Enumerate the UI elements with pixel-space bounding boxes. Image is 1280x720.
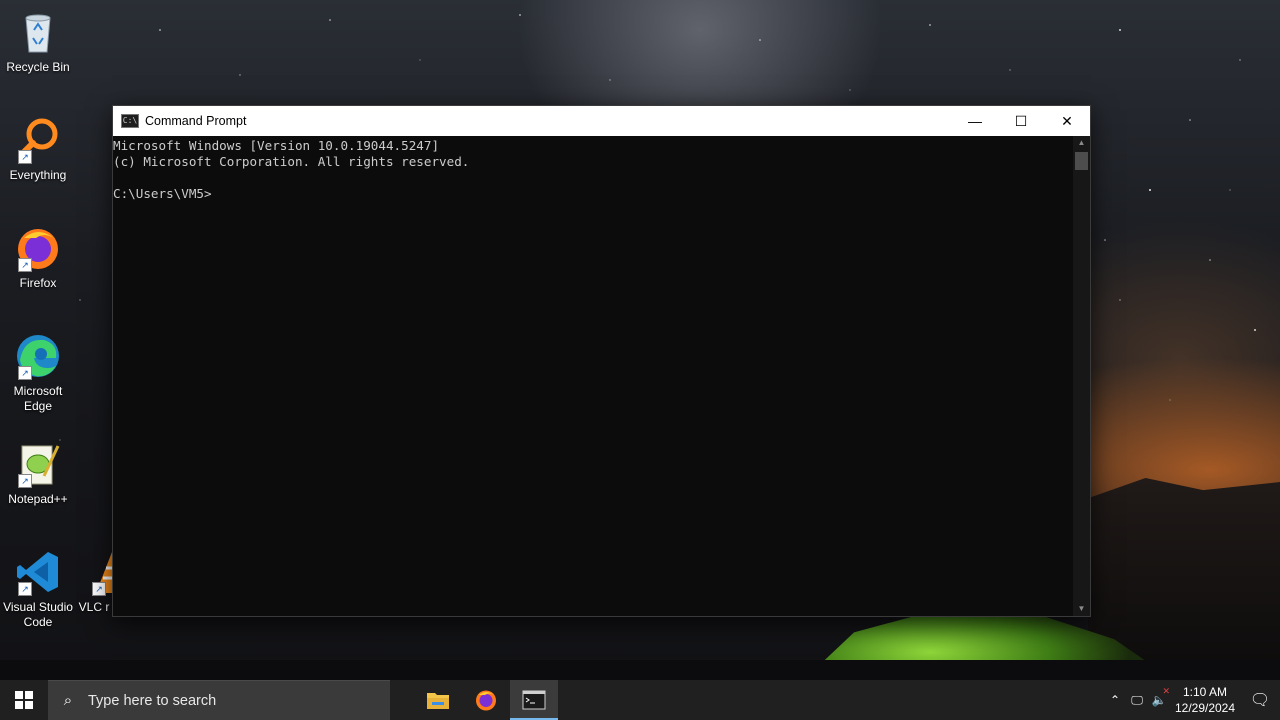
network-icon[interactable]: 🖵 [1126, 693, 1148, 708]
clock-time: 1:10 AM [1182, 685, 1228, 699]
shortcut-arrow-icon: ↗ [18, 258, 32, 272]
ground [0, 660, 1280, 680]
start-button[interactable] [0, 680, 48, 720]
desktop-icon-label: Everything [9, 168, 67, 182]
desktop-icon-label: Visual Studio Code [3, 600, 73, 629]
notification-center-icon[interactable]: 🗨 [1240, 690, 1280, 710]
system-tray: ⌃ 🖵 🔈 ✕ 1:10 AM 12/29/2024 🗨 [1104, 680, 1280, 720]
scroll-down-arrow-icon[interactable]: ▼ [1073, 602, 1090, 616]
edge-icon: ↗ [14, 332, 62, 380]
recycle-bin-icon [14, 8, 62, 56]
desktop-icon-firefox[interactable]: ↗ Firefox [0, 224, 76, 291]
desktop-icon-recycle-bin[interactable]: Recycle Bin [0, 8, 76, 75]
taskbar-firefox[interactable] [462, 680, 510, 720]
shortcut-arrow-icon: ↗ [18, 474, 32, 488]
taskbar-command-prompt[interactable] [510, 680, 558, 720]
windows-logo-icon [15, 691, 33, 709]
taskbar-file-explorer[interactable] [414, 680, 462, 720]
desktop-icon-label: Firefox [19, 276, 57, 290]
search-placeholder: Type here to search [88, 692, 217, 709]
title-bar[interactable]: C:\ Command Prompt — ☐ ✕ [113, 106, 1090, 136]
desktop-icon-label: Recycle Bin [6, 60, 70, 74]
file-explorer-icon [427, 693, 449, 709]
close-button[interactable]: ✕ [1044, 106, 1090, 136]
desktop-icon-microsoft-edge[interactable]: ↗ Microsoft Edge [0, 332, 76, 414]
command-prompt-window[interactable]: C:\ Command Prompt — ☐ ✕ Microsoft Windo… [112, 105, 1091, 617]
notepadpp-icon: ↗ [14, 440, 62, 488]
console-line: (c) Microsoft Corporation. All rights re… [113, 154, 470, 169]
shortcut-arrow-icon: ↗ [18, 582, 32, 596]
search-icon: ⌕ [63, 692, 73, 709]
window-title: Command Prompt [145, 114, 247, 128]
taskbar-search-box[interactable]: ⌕ Type here to search [48, 680, 390, 720]
shortcut-arrow-icon: ↗ [18, 366, 32, 380]
desktop-icon-everything[interactable]: ↗ Everything [0, 116, 76, 183]
clock[interactable]: 1:10 AM 12/29/2024 [1170, 684, 1240, 716]
shortcut-arrow-icon: ↗ [92, 582, 106, 596]
maximize-button[interactable]: ☐ [998, 106, 1044, 136]
everything-search-icon: ↗ [14, 116, 62, 164]
desktop-icon-vscode[interactable]: ↗ Visual Studio Code [0, 548, 76, 630]
show-hidden-icons-chevron-icon[interactable]: ⌃ [1104, 693, 1126, 707]
vscode-icon: ↗ [14, 548, 62, 596]
console-line: Microsoft Windows [Version 10.0.19044.52… [113, 138, 440, 153]
volume-muted-icon[interactable]: 🔈 ✕ [1148, 686, 1170, 707]
command-prompt-icon: C:\ [121, 114, 139, 128]
clock-date: 12/29/2024 [1174, 701, 1236, 715]
scroll-up-arrow-icon[interactable]: ▲ [1073, 136, 1090, 150]
console-output[interactable]: Microsoft Windows [Version 10.0.19044.52… [113, 136, 1073, 616]
desktop-icon-label: Microsoft Edge [13, 384, 63, 413]
firefox-icon: ↗ [14, 224, 62, 272]
shortcut-arrow-icon: ↗ [18, 150, 32, 164]
minimize-button[interactable]: — [952, 106, 998, 136]
taskbar: ⌕ Type here to search ⌃ 🖵 🔈 ✕ 1:10 AM 12/… [0, 680, 1280, 720]
vertical-scrollbar[interactable]: ▲ ▼ [1073, 136, 1090, 616]
console-prompt-line: C:\Users\VM5> [113, 186, 212, 201]
command-prompt-icon [522, 690, 546, 710]
scrollbar-thumb[interactable] [1075, 152, 1088, 170]
desktop-icon-notepadpp[interactable]: ↗ Notepad++ [0, 440, 76, 507]
firefox-icon [476, 690, 496, 711]
desktop-icon-label: Notepad++ [8, 492, 68, 506]
